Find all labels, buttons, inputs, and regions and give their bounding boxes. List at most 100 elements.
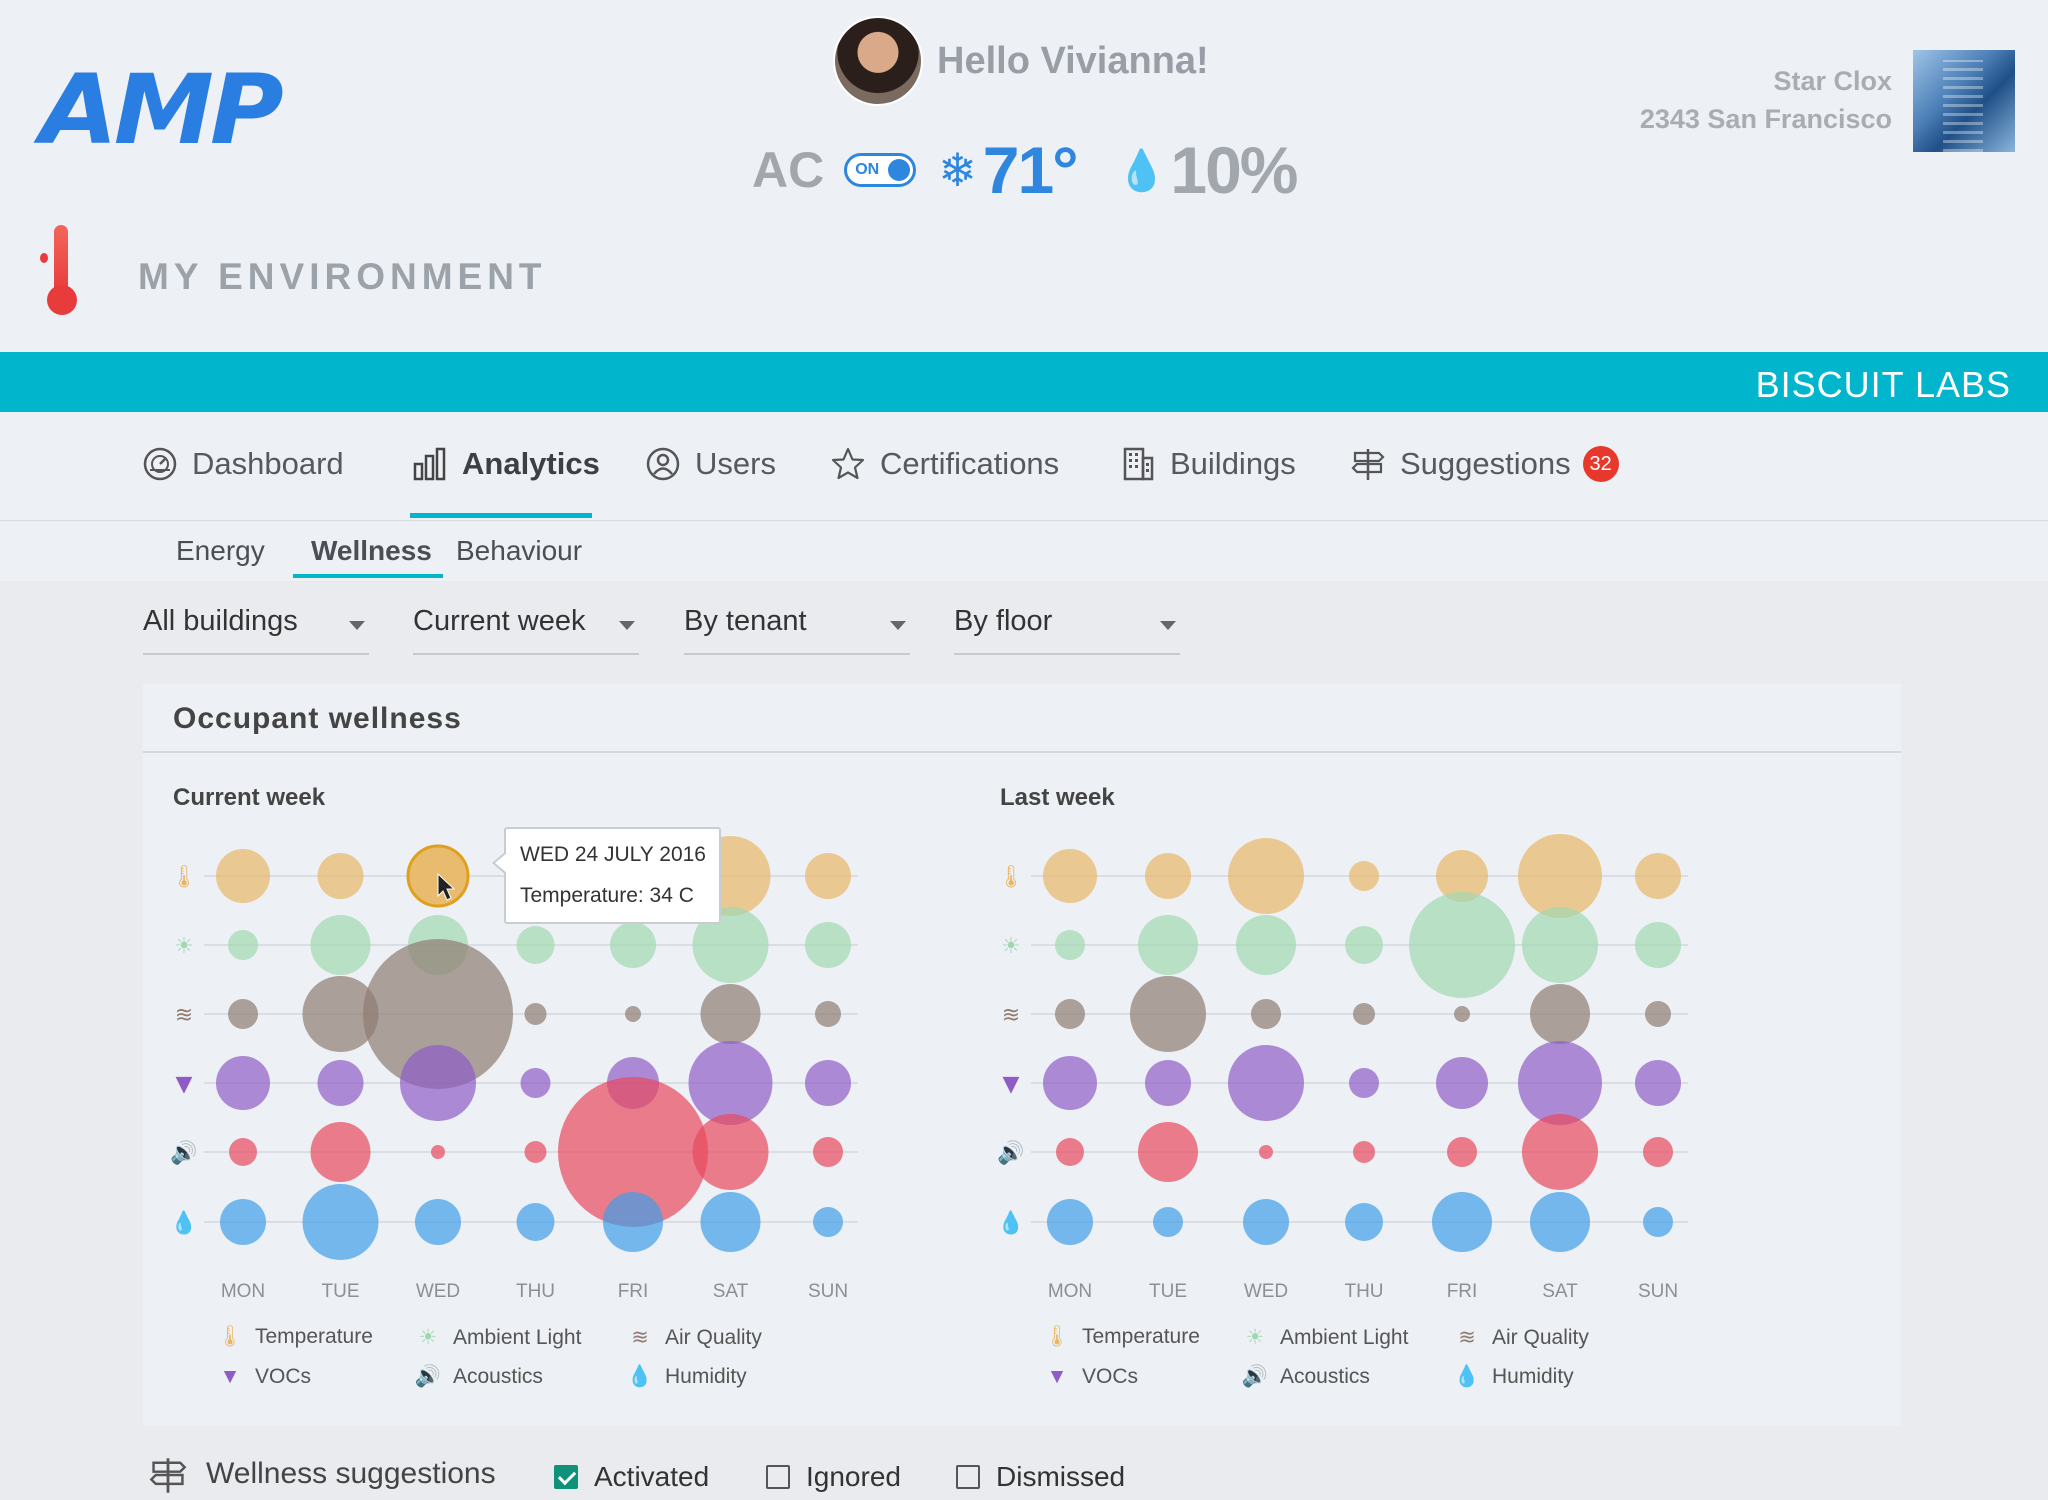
bubble-temperature-tue[interactable] bbox=[317, 853, 364, 899]
legend-item-ambient-light[interactable]: ☀ Ambient Light bbox=[1240, 1325, 1409, 1350]
bubble-vocs-sun[interactable] bbox=[1635, 1060, 1681, 1106]
bubble-ambient-light-wed[interactable] bbox=[1236, 915, 1296, 975]
bubble-vocs-sun[interactable] bbox=[805, 1060, 851, 1106]
bubble-humidity-tue[interactable] bbox=[302, 1184, 379, 1260]
bubble-vocs-tue[interactable] bbox=[1145, 1060, 1191, 1106]
bubble-humidity-thu[interactable] bbox=[1345, 1203, 1383, 1241]
bubble-humidity-thu[interactable] bbox=[516, 1203, 555, 1241]
bubble-humidity-sat[interactable] bbox=[1530, 1192, 1590, 1252]
bubble-vocs-thu[interactable] bbox=[1349, 1068, 1379, 1098]
bubble-air-quality-fri[interactable] bbox=[1454, 1006, 1470, 1022]
air-quality-icon: ≋ bbox=[175, 1003, 193, 1028]
bubble-acoustics-sun[interactable] bbox=[813, 1137, 843, 1167]
bubble-air-quality-fri[interactable] bbox=[625, 1006, 641, 1022]
bubble-humidity-wed[interactable] bbox=[415, 1199, 461, 1245]
air-quality-icon: ≋ bbox=[1458, 1326, 1476, 1349]
bubble-ambient-light-tue[interactable] bbox=[1138, 915, 1198, 975]
bubble-temperature-sat[interactable] bbox=[1518, 834, 1602, 918]
legend-item-humidity[interactable]: 💧 Humidity bbox=[1452, 1365, 1574, 1389]
bubble-acoustics-sun[interactable] bbox=[1643, 1137, 1673, 1167]
bubble-acoustics-thu[interactable] bbox=[524, 1141, 547, 1163]
bubble-ambient-light-sun[interactable] bbox=[805, 922, 851, 968]
bubble-humidity-fri[interactable] bbox=[1432, 1192, 1492, 1252]
bubble-acoustics-mon[interactable] bbox=[229, 1138, 257, 1166]
bubble-temperature-thu[interactable] bbox=[1349, 861, 1379, 891]
bubble-air-quality-sun[interactable] bbox=[815, 1001, 841, 1027]
legend-item-temperature[interactable]: 🌡 Temperature bbox=[215, 1325, 373, 1349]
legend-item-humidity[interactable]: 💧 Humidity bbox=[625, 1365, 747, 1389]
bubble-humidity-mon[interactable] bbox=[220, 1199, 266, 1245]
bubble-temperature-tue[interactable] bbox=[1145, 853, 1191, 899]
checkbox-checked[interactable] bbox=[554, 1465, 578, 1489]
bubble-ambient-light-thu[interactable] bbox=[516, 926, 555, 964]
bubble-ambient-light-sun[interactable] bbox=[1635, 922, 1681, 968]
bubble-vocs-tue[interactable] bbox=[317, 1060, 364, 1106]
checkbox-unchecked[interactable] bbox=[766, 1465, 790, 1489]
bubble-ambient-light-fri[interactable] bbox=[610, 922, 656, 968]
bubble-humidity-mon[interactable] bbox=[1047, 1199, 1093, 1245]
bubble-air-quality-mon[interactable] bbox=[1055, 999, 1085, 1029]
bubble-acoustics-tue[interactable] bbox=[1138, 1122, 1198, 1182]
bubble-humidity-fri[interactable] bbox=[603, 1192, 663, 1252]
legend-item-acoustics[interactable]: 🔊 Acoustics bbox=[413, 1365, 543, 1389]
bubble-vocs-sat[interactable] bbox=[688, 1041, 773, 1125]
ignored-checkbox[interactable]: Ignored bbox=[766, 1461, 901, 1493]
bubble-humidity-sun[interactable] bbox=[813, 1207, 843, 1237]
bubble-vocs-wed[interactable] bbox=[1228, 1045, 1304, 1121]
x-tick-label: MON bbox=[221, 1281, 265, 1302]
dismissed-checkbox[interactable]: Dismissed bbox=[956, 1461, 1125, 1493]
bubble-vocs-thu[interactable] bbox=[520, 1068, 551, 1098]
bubble-acoustics-thu[interactable] bbox=[1353, 1141, 1375, 1163]
legend-item-acoustics[interactable]: 🔊 Acoustics bbox=[1240, 1365, 1370, 1389]
signpost-icon bbox=[148, 1455, 188, 1500]
bubble-acoustics-mon[interactable] bbox=[1056, 1138, 1084, 1166]
bubble-air-quality-thu[interactable] bbox=[524, 1003, 547, 1025]
legend-label: Ambient Light bbox=[453, 1325, 582, 1349]
bubble-ambient-light-mon[interactable] bbox=[228, 930, 258, 960]
bubble-temperature-wed[interactable] bbox=[1228, 838, 1304, 914]
bubble-acoustics-sat[interactable] bbox=[692, 1114, 769, 1190]
bubble-ambient-light-sat[interactable] bbox=[1522, 907, 1598, 983]
humidity-icon: 💧 bbox=[170, 1210, 197, 1236]
bubble-vocs-mon[interactable] bbox=[216, 1056, 270, 1110]
legend-item-vocs[interactable]: ▼ VOCs bbox=[215, 1365, 311, 1389]
legend-item-air-quality[interactable]: ≋ Air Quality bbox=[625, 1325, 762, 1350]
legend-label: Ambient Light bbox=[1280, 1325, 1409, 1349]
bubble-humidity-sun[interactable] bbox=[1643, 1207, 1673, 1237]
bubble-ambient-light-mon[interactable] bbox=[1055, 930, 1085, 960]
x-tick-label: SUN bbox=[808, 1281, 848, 1302]
bubble-acoustics-wed[interactable] bbox=[1259, 1145, 1273, 1159]
bubble-humidity-tue[interactable] bbox=[1153, 1207, 1183, 1237]
bubble-acoustics-sat[interactable] bbox=[1522, 1114, 1598, 1190]
bubble-humidity-sat[interactable] bbox=[700, 1192, 761, 1252]
checkbox-unchecked[interactable] bbox=[956, 1465, 980, 1489]
bubble-vocs-sat[interactable] bbox=[1518, 1041, 1602, 1125]
bubble-humidity-wed[interactable] bbox=[1243, 1199, 1289, 1245]
wellness-suggestions-bar: Wellness suggestions Activated Ignored D… bbox=[148, 1455, 1906, 1495]
bubble-air-quality-thu[interactable] bbox=[1353, 1003, 1375, 1025]
bubble-ambient-light-tue[interactable] bbox=[310, 915, 371, 975]
bubble-air-quality-wed[interactable] bbox=[1251, 999, 1281, 1029]
bubble-vocs-fri[interactable] bbox=[1436, 1057, 1488, 1109]
activated-checkbox[interactable]: Activated bbox=[554, 1461, 709, 1493]
bubble-temperature-mon[interactable] bbox=[216, 849, 270, 903]
legend-item-ambient-light[interactable]: ☀ Ambient Light bbox=[413, 1325, 582, 1350]
bubble-air-quality-sat[interactable] bbox=[700, 984, 761, 1044]
bubble-ambient-light-fri[interactable] bbox=[1409, 892, 1515, 998]
bubble-air-quality-sat[interactable] bbox=[1530, 984, 1590, 1044]
legend-item-air-quality[interactable]: ≋ Air Quality bbox=[1452, 1325, 1589, 1350]
bubble-temperature-mon[interactable] bbox=[1043, 849, 1097, 903]
bubble-acoustics-fri[interactable] bbox=[1447, 1137, 1477, 1167]
bubble-ambient-light-thu[interactable] bbox=[1345, 926, 1383, 964]
bubble-air-quality-tue[interactable] bbox=[1130, 976, 1206, 1052]
bubble-temperature-sun[interactable] bbox=[1635, 853, 1681, 899]
bubble-acoustics-tue[interactable] bbox=[310, 1122, 371, 1182]
bubble-air-quality-sun[interactable] bbox=[1645, 1001, 1671, 1027]
bubble-air-quality-mon[interactable] bbox=[228, 999, 258, 1029]
bubble-acoustics-wed[interactable] bbox=[431, 1145, 445, 1159]
bubble-vocs-wed[interactable] bbox=[400, 1045, 476, 1121]
bubble-temperature-sun[interactable] bbox=[805, 853, 851, 899]
legend-item-vocs[interactable]: ▼ VOCs bbox=[1042, 1365, 1138, 1389]
bubble-vocs-mon[interactable] bbox=[1043, 1056, 1097, 1110]
legend-item-temperature[interactable]: 🌡 Temperature bbox=[1042, 1325, 1200, 1349]
